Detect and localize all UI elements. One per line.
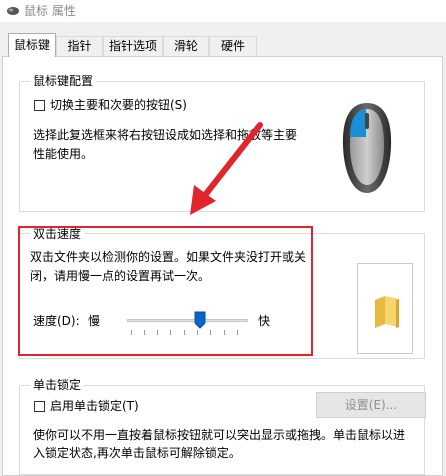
tab-buttons[interactable]: 鼠标键 [8, 33, 56, 57]
enable-click-lock-checkbox[interactable] [34, 401, 45, 412]
enable-click-lock-label[interactable]: 启用单击锁定(T) [50, 398, 139, 414]
click-lock-title: 单击锁定 [30, 377, 85, 393]
highlight-box [18, 226, 313, 356]
click-lock-settings-button[interactable]: 设置(E)... [316, 392, 426, 418]
tab-hardware[interactable]: 硬件 [209, 36, 257, 56]
switch-buttons-label[interactable]: 切换主要和次要的按钮(S) [50, 97, 187, 113]
tab-pointers[interactable]: 指针 [56, 36, 103, 56]
test-folder-area[interactable] [357, 263, 413, 354]
tab-wheel[interactable]: 滑轮 [163, 36, 209, 56]
mouse-illustration [342, 103, 392, 193]
button-config-title: 鼠标键配置 [30, 73, 97, 89]
click-lock-description-line1: 使你可以不用一直按着鼠标按钮就可以突出显示或拖拽。单击鼠标以进 [33, 428, 406, 442]
window-title: 鼠标 属性 [24, 4, 76, 18]
button-config-description-line2: 性能使用。 [33, 147, 94, 161]
mouse-title-icon [7, 7, 19, 15]
tab-pointer-options[interactable]: 指针选项 [103, 36, 163, 56]
folder-icon[interactable] [372, 294, 402, 330]
annotation-arrow [190, 122, 263, 215]
switch-buttons-checkbox[interactable] [34, 100, 45, 111]
click-lock-description-line2: 入锁定状态,再次单击鼠标可解除锁定。 [33, 446, 241, 460]
